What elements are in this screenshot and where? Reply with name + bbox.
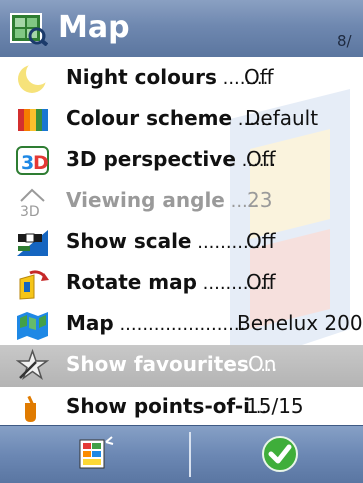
svg-text:D: D — [33, 152, 49, 174]
map-icon — [17, 312, 48, 340]
menu-item-night-colours[interactable]: Night colours ........ Off — [0, 59, 363, 99]
menu-item-label: Show points-of-i — [66, 394, 250, 418]
menu-item-dots: ...................... — [113, 314, 246, 335]
star-icon — [16, 348, 49, 380]
page-indicator: 8/ — [337, 32, 352, 50]
menu-item-value: Default — [245, 106, 319, 130]
settings-list: Night colours ........ Off Colour scheme… — [0, 57, 363, 425]
menu-item-label: Colour scheme — [66, 106, 233, 130]
menu-item-label: 3D perspective — [66, 147, 236, 171]
menu-item-3d-perspective[interactable]: 3 D 3D perspective ...... Off — [0, 141, 363, 181]
menu-item-rotate-map[interactable]: Rotate map ............ Off — [0, 264, 363, 304]
confirm-check-icon[interactable] — [258, 434, 302, 474]
menu-item-colour-scheme[interactable]: Colour scheme ...... Default — [0, 100, 363, 140]
menu-item-label: Show scale — [66, 229, 192, 253]
map-settings-icon — [10, 13, 48, 46]
menu-item-value: Off — [246, 270, 276, 294]
menu-item-label: Viewing angle — [66, 188, 225, 212]
menu-item-show-points-of-interest[interactable]: Show points-of-i... 15/15 — [0, 388, 363, 425]
menu-item-value: 15/15 — [246, 394, 304, 418]
menu-item-label: Night colours — [66, 65, 217, 89]
scale-icon — [17, 230, 48, 256]
menu-item-label: Show favourites — [66, 352, 249, 376]
viewing-angle-icon: 3D — [20, 188, 45, 218]
menu-item-value: Off — [244, 65, 274, 89]
menu-item-value: Benelux 200.. — [237, 311, 363, 335]
menu-item-label: Rotate map — [66, 270, 197, 294]
poi-icon — [25, 395, 36, 422]
rotate-map-icon — [19, 270, 49, 300]
menu-item-show-favourites[interactable]: Show favourites .... On — [0, 345, 363, 387]
options-menu-icon[interactable] — [70, 434, 120, 474]
menu-item-viewing-angle: 3D Viewing angle ..... 23 — [0, 182, 363, 222]
menu-item-label: Map — [66, 311, 114, 335]
menu-item-value: Off — [246, 147, 276, 171]
menu-item-map[interactable]: Map ...................... Benelux 200.. — [0, 305, 363, 345]
menu-item-show-scale[interactable]: Show scale ............ Off — [0, 223, 363, 263]
softkey-divider — [189, 432, 191, 477]
palette-icon — [18, 109, 48, 131]
3d-icon: 3 D — [16, 146, 49, 175]
menu-item-value: 23 — [247, 188, 273, 212]
title-bar: Map 8/ — [0, 0, 363, 58]
menu-item-value: Off — [246, 229, 276, 253]
moon-icon — [18, 62, 49, 93]
page-title: Map — [58, 10, 130, 45]
softkey-bar — [0, 425, 363, 483]
menu-item-value: On — [248, 352, 277, 376]
svg-text:3D: 3D — [20, 204, 40, 218]
